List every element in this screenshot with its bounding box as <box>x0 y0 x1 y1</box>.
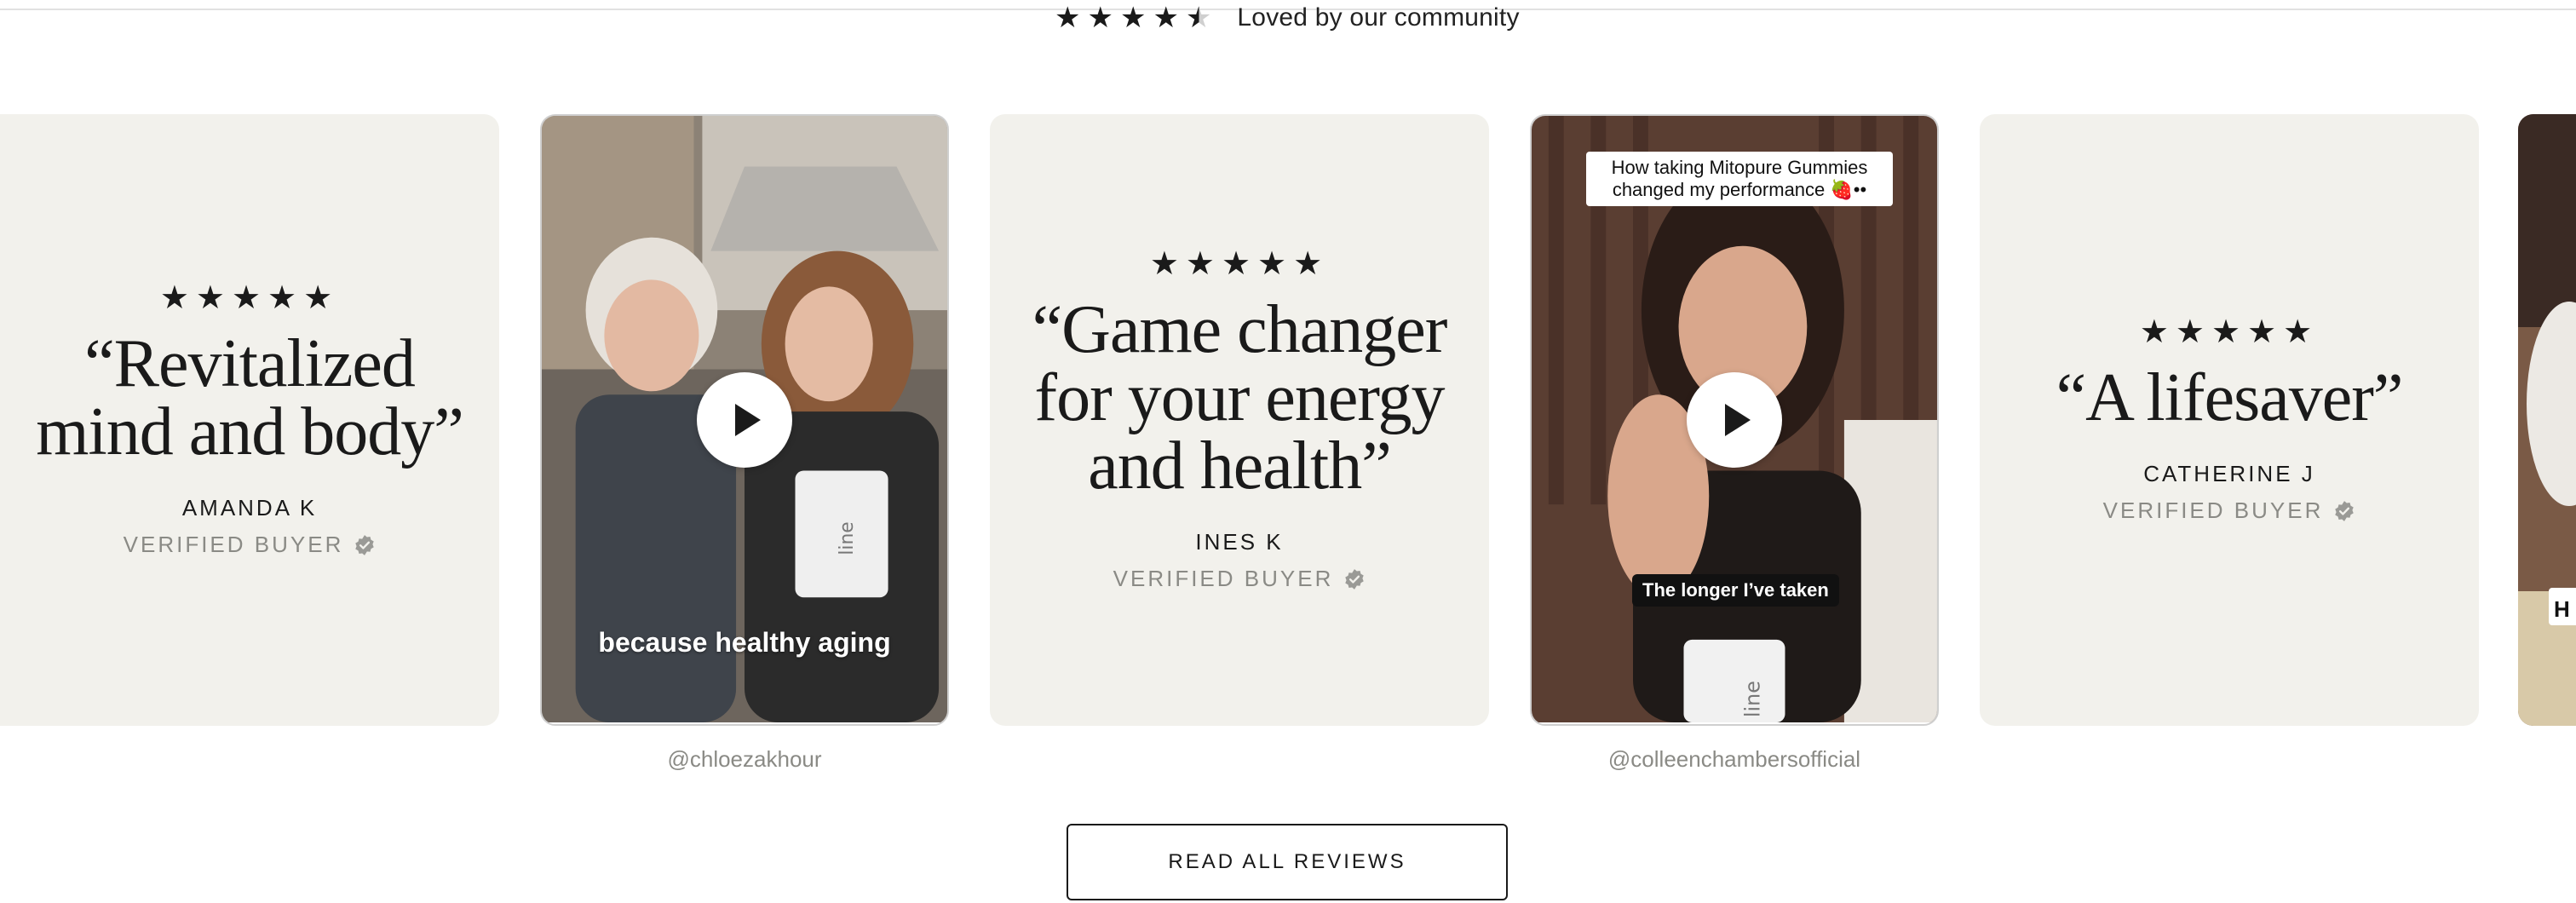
play-button[interactable] <box>1687 372 1782 468</box>
verified-badge-icon <box>355 534 375 555</box>
verified-badge-icon <box>1345 568 1365 590</box>
product-label: line <box>1741 681 1765 717</box>
play-button[interactable] <box>697 372 792 468</box>
video-caption: because healthy aging <box>598 627 891 658</box>
review-stars: ★★★★★ <box>159 280 340 316</box>
play-icon <box>735 404 761 436</box>
verified-buyer: VERIFIED BUYER <box>1113 566 1366 592</box>
play-icon <box>1725 404 1751 436</box>
verified-buyer: VERIFIED BUYER <box>124 532 377 558</box>
video-handle[interactable]: @colleenchambersofficial <box>1530 746 1939 773</box>
review-quote: “Game changer for your energy and health… <box>1032 292 1448 503</box>
review-quote: “Revitalized mind and body” <box>36 326 463 469</box>
reviews-carousel[interactable]: ★★★★★ “Revitalized mind and body” AMANDA… <box>0 0 2576 903</box>
review-card: ★★★★★ “A lifesaver” CATHERINE J VERIFIED… <box>1980 114 2479 726</box>
verified-label: VERIFIED BUYER <box>1113 566 1334 591</box>
next-video-peek[interactable]: H <box>2518 114 2576 726</box>
video-handle[interactable]: @chloezakhour <box>540 746 949 773</box>
video-thumbnail: H <box>2518 114 2576 726</box>
review-author: INES K <box>1195 529 1284 555</box>
review-author: CATHERINE J <box>2143 461 2315 486</box>
review-stars: ★★★★★ <box>2139 314 2320 350</box>
video-caption: The longer I’ve taken <box>1632 574 1839 607</box>
verified-buyer: VERIFIED BUYER <box>2103 498 2356 524</box>
video-review[interactable]: line How taking Mitopure Gummies changed… <box>1530 114 1939 726</box>
review-card: ★★★★★ “Revitalized mind and body” AMANDA… <box>0 114 499 726</box>
verified-label: VERIFIED BUYER <box>2102 498 2324 523</box>
read-all-reviews-button[interactable]: READ ALL REVIEWS <box>1067 824 1508 900</box>
edge-label: H <box>2554 596 2570 622</box>
product-label: line <box>837 521 858 555</box>
review-card: ★★★★★ “Game changer for your energy and … <box>990 114 1489 726</box>
verified-label: VERIFIED BUYER <box>123 532 344 557</box>
video-overlay-text: How taking Mitopure Gummies changed my p… <box>1586 152 1893 206</box>
video-review[interactable]: line because healthy aging <box>540 114 949 726</box>
review-stars: ★★★★★ <box>1149 246 1330 282</box>
review-author: AMANDA K <box>181 495 318 521</box>
review-quote: “A lifesaver” <box>2056 360 2404 435</box>
verified-badge-icon <box>2335 500 2355 521</box>
